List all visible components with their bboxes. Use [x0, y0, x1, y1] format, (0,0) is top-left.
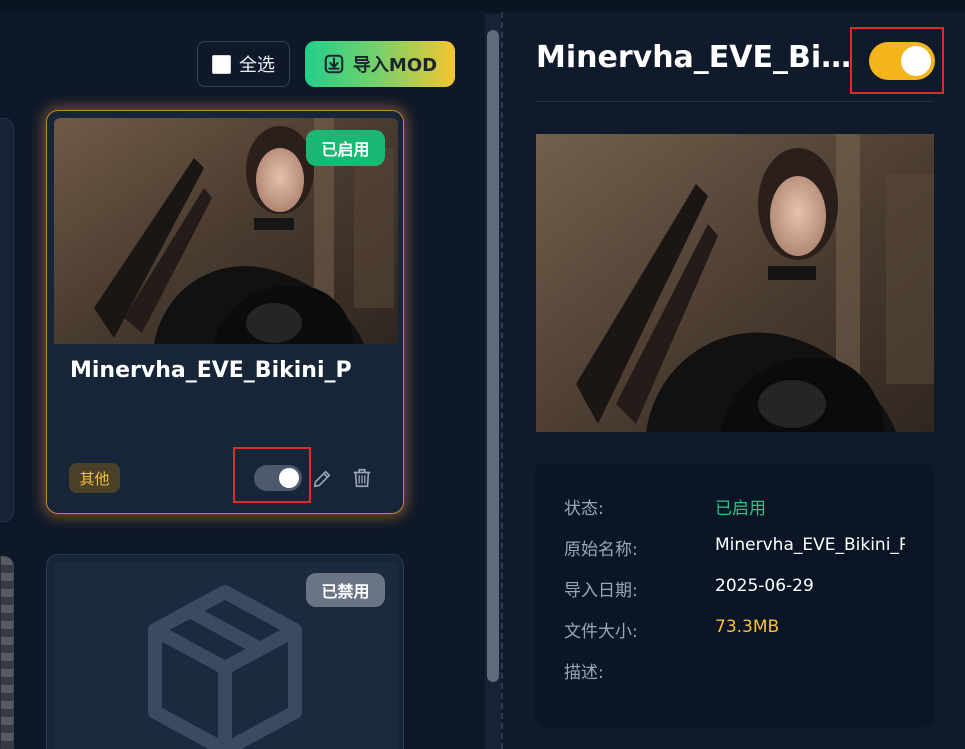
import-date-label: 导入日期:	[564, 581, 638, 601]
detail-title: Minervha_EVE_Bikin...	[536, 40, 866, 75]
detail-enable-toggle[interactable]	[869, 42, 935, 80]
description-label: 描述:	[564, 663, 604, 683]
category-tag: 其他	[69, 463, 120, 493]
status-value: 已启用	[715, 499, 766, 519]
edit-icon[interactable]	[311, 468, 333, 490]
trash-icon[interactable]	[351, 467, 373, 489]
partial-mod-card-left-2[interactable]	[0, 556, 14, 749]
checkbox-icon[interactable]	[212, 54, 231, 74]
import-mod-button[interactable]: 导入MOD	[305, 41, 455, 87]
import-date-value: 2025-06-29	[715, 576, 814, 596]
partial-mod-card-left[interactable]	[0, 118, 14, 522]
mod-title: Minervha_EVE_Bikini_P	[70, 358, 352, 383]
import-icon	[324, 54, 344, 74]
select-all-checkbox[interactable]: 全选	[197, 41, 290, 87]
original-name-label: 原始名称:	[564, 540, 638, 560]
status-badge: 已启用	[306, 130, 385, 166]
detail-preview-image	[536, 134, 934, 432]
mod-card[interactable]	[46, 110, 404, 514]
window-top-strip	[0, 0, 965, 12]
mod-enable-toggle[interactable]	[254, 465, 302, 491]
select-all-label: 全选	[239, 55, 275, 76]
status-badge: 已禁用	[306, 573, 385, 607]
import-mod-label: 导入MOD	[352, 55, 438, 76]
pane-divider	[501, 12, 503, 749]
file-size-value: 73.3MB	[715, 617, 780, 637]
package-box-icon	[148, 585, 302, 749]
file-size-label: 文件大小:	[564, 622, 638, 642]
scrollbar-thumb[interactable]	[487, 30, 499, 682]
detail-separator	[536, 101, 934, 102]
original-name-value: Minervha_EVE_Bikini_P	[715, 535, 905, 555]
status-label: 状态:	[564, 499, 604, 519]
